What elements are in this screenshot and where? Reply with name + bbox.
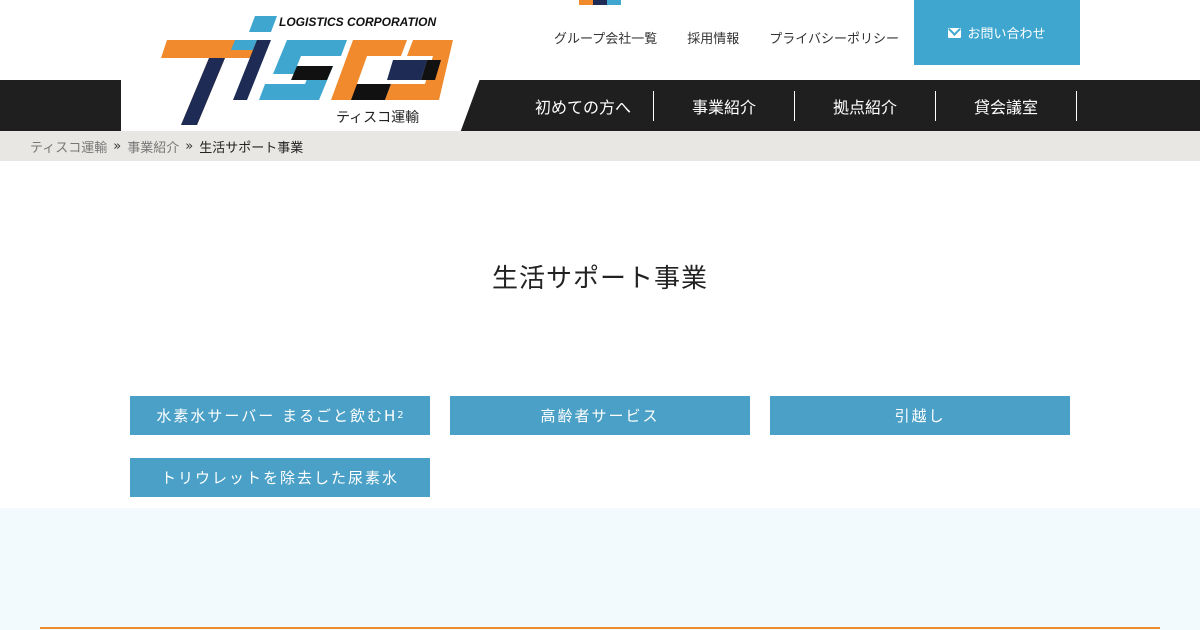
orange-divider <box>40 627 1160 629</box>
service-button-grid: 水素水サーバー まるごと飲むH 2 高齢者サービス 引越し トリウレットを除去した… <box>130 396 1070 497</box>
service-label: 高齢者サービス <box>540 407 660 425</box>
service-button-hydrogen-water[interactable]: 水素水サーバー まるごと飲むH 2 <box>130 396 430 435</box>
contact-button[interactable]: お問い合わせ <box>914 0 1080 65</box>
nav-item-locations[interactable]: 拠点紹介 <box>795 91 936 121</box>
util-link-privacy-policy[interactable]: プライバシーポリシー <box>769 28 899 47</box>
accent-mark <box>579 0 621 5</box>
utility-nav: グループ会社一覧 採用情報 プライバシーポリシー <box>554 28 899 47</box>
service-label: 水素水サーバー まるごと飲むH <box>156 407 398 425</box>
contact-button-label: お問い合わせ <box>967 27 1046 42</box>
util-link-recruit[interactable]: 採用情報 <box>687 28 739 47</box>
mail-icon <box>948 27 962 38</box>
page: グループ会社一覧 採用情報 プライバシーポリシー お問い合わせ 初めての方へ 事… <box>0 0 1200 630</box>
breadcrumb-business[interactable]: 事業紹介 <box>127 137 179 156</box>
service-label-subscript: 2 <box>397 410 404 421</box>
service-label: トリウレットを除去した尿素水 <box>160 469 399 487</box>
service-button-elderly-services[interactable]: 高齢者サービス <box>450 396 750 435</box>
nav-item-meeting-rooms[interactable]: 貸会議室 <box>936 91 1077 121</box>
util-link-group-companies[interactable]: グループ会社一覧 <box>554 28 657 47</box>
main-nav: 初めての方へ 事業紹介 拠点紹介 貸会議室 <box>513 91 1077 121</box>
logo-card[interactable]: LOGISTICS CORPORATION ティスコ運輸 <box>121 0 509 137</box>
breadcrumb-separator: » <box>113 138 122 154</box>
service-label: 引越し <box>894 407 946 425</box>
service-button-moving[interactable]: 引越し <box>770 396 1070 435</box>
nav-item-business[interactable]: 事業紹介 <box>654 91 795 121</box>
logo-top-text: LOGISTICS CORPORATION <box>279 15 436 29</box>
service-button-urea-solution[interactable]: トリウレットを除去した尿素水 <box>130 458 430 497</box>
breadcrumb-home[interactable]: ティスコ運輸 <box>30 137 107 156</box>
page-title: 生活サポート事業 <box>491 264 708 294</box>
lower-section <box>0 508 1200 630</box>
nav-item-first-time[interactable]: 初めての方へ <box>513 91 654 121</box>
breadcrumb-separator: » <box>185 138 194 154</box>
breadcrumb: ティスコ運輸 » 事業紹介 » 生活サポート事業 <box>0 131 1200 161</box>
logo-subtitle: ティスコ運輸 <box>336 110 420 126</box>
breadcrumb-current: 生活サポート事業 <box>199 140 304 156</box>
